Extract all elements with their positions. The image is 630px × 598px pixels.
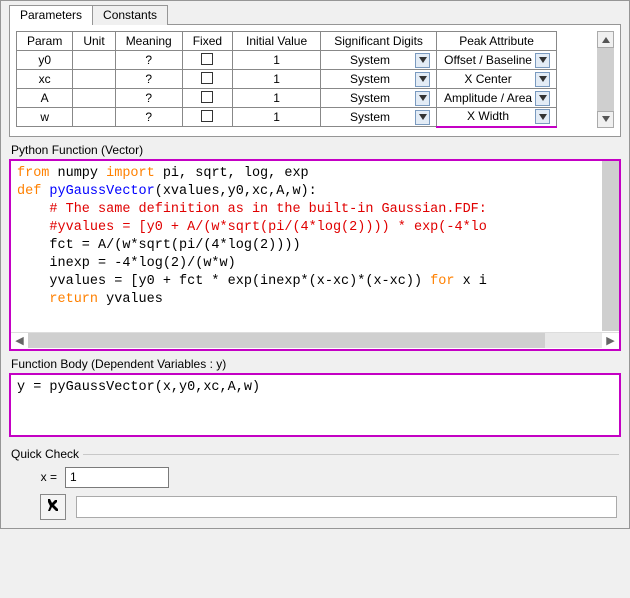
- sig-cell[interactable]: System: [321, 89, 437, 108]
- grid-header-param[interactable]: Param: [17, 32, 73, 51]
- initial-cell[interactable]: 1: [233, 89, 321, 108]
- function-body-label: Function Body (Dependent Variables : y): [9, 357, 621, 371]
- chevron-down-icon[interactable]: [535, 109, 550, 124]
- fixed-checkbox[interactable]: [201, 72, 213, 84]
- unit-cell[interactable]: [73, 108, 115, 127]
- chevron-down-icon[interactable]: [415, 53, 430, 68]
- chevron-down-icon[interactable]: [535, 53, 550, 68]
- chevron-down-icon[interactable]: [415, 72, 430, 87]
- initial-cell[interactable]: 1: [233, 70, 321, 89]
- peak-cell[interactable]: Amplitude / Area: [437, 89, 557, 108]
- python-code[interactable]: from numpy import pi, sqrt, log, exp def…: [17, 165, 613, 309]
- function-body-editor[interactable]: y = pyGaussVector(x,y0,xc,A,w): [9, 373, 621, 437]
- table-row: xc? 1SystemX Center: [17, 70, 557, 89]
- python-vertical-scrollbar[interactable]: [602, 161, 619, 331]
- chevron-down-icon[interactable]: [415, 110, 430, 125]
- chevron-down-icon[interactable]: [535, 91, 550, 106]
- peak-cell[interactable]: X Width: [437, 108, 557, 127]
- parameter-editor-window: Parameters Constants Param Unit Meaning …: [0, 0, 630, 529]
- run-icon: [45, 497, 61, 517]
- quick-check-title: Quick Check: [9, 447, 621, 461]
- unit-cell[interactable]: [73, 70, 115, 89]
- grid-header-peak[interactable]: Peak Attribute: [437, 32, 557, 51]
- tabs-row: Parameters Constants: [9, 4, 621, 24]
- unit-cell[interactable]: [73, 51, 115, 70]
- grid-header-initial[interactable]: Initial Value: [233, 32, 321, 51]
- fixed-checkbox[interactable]: [201, 91, 213, 103]
- param-cell[interactable]: xc: [17, 70, 73, 89]
- meaning-cell[interactable]: ?: [115, 89, 182, 108]
- scroll-left-icon[interactable]: ◀: [11, 333, 28, 348]
- chevron-down-icon[interactable]: [535, 72, 550, 87]
- function-body-code[interactable]: y = pyGaussVector(x,y0,xc,A,w): [17, 379, 613, 397]
- tab-parameters[interactable]: Parameters: [9, 5, 93, 25]
- quick-check-x-label: x =: [9, 470, 65, 484]
- meaning-cell[interactable]: ?: [115, 108, 182, 127]
- fixed-cell[interactable]: [182, 89, 232, 108]
- unit-cell[interactable]: [73, 89, 115, 108]
- sig-cell[interactable]: System: [321, 51, 437, 70]
- fixed-cell[interactable]: [182, 108, 232, 127]
- fixed-cell[interactable]: [182, 70, 232, 89]
- sig-cell[interactable]: System: [321, 70, 437, 89]
- parameter-grid: Param Unit Meaning Fixed Initial Value S…: [16, 31, 557, 128]
- grid-header-unit[interactable]: Unit: [73, 32, 115, 51]
- param-cell[interactable]: A: [17, 89, 73, 108]
- sig-cell[interactable]: System: [321, 108, 437, 127]
- tab-content: Param Unit Meaning Fixed Initial Value S…: [9, 24, 621, 137]
- table-row: w? 1SystemX Width: [17, 108, 557, 127]
- initial-cell[interactable]: 1: [233, 51, 321, 70]
- peak-cell[interactable]: Offset / Baseline: [437, 51, 557, 70]
- chevron-down-icon[interactable]: [415, 91, 430, 106]
- grid-vertical-scrollbar[interactable]: [597, 31, 614, 128]
- grid-header-meaning[interactable]: Meaning: [115, 32, 182, 51]
- param-cell[interactable]: y0: [17, 51, 73, 70]
- fixed-checkbox[interactable]: [201, 53, 213, 65]
- scroll-right-icon[interactable]: ▶: [602, 333, 619, 348]
- grid-header-sig[interactable]: Significant Digits: [321, 32, 437, 51]
- quick-check-section: Quick Check x =: [9, 447, 621, 520]
- quick-check-output: [76, 496, 617, 518]
- python-function-editor[interactable]: from numpy import pi, sqrt, log, exp def…: [9, 159, 621, 351]
- meaning-cell[interactable]: ?: [115, 70, 182, 89]
- tab-constants[interactable]: Constants: [92, 5, 168, 25]
- quick-check-run-button[interactable]: [40, 494, 66, 520]
- initial-cell[interactable]: 1: [233, 108, 321, 127]
- grid-header-fixed[interactable]: Fixed: [182, 32, 232, 51]
- fixed-cell[interactable]: [182, 51, 232, 70]
- peak-cell[interactable]: X Center: [437, 70, 557, 89]
- table-row: y0? 1SystemOffset / Baseline: [17, 51, 557, 70]
- quick-check-x-input[interactable]: [65, 467, 169, 488]
- table-row: A? 1SystemAmplitude / Area: [17, 89, 557, 108]
- python-horizontal-scrollbar[interactable]: ◀ ▶: [11, 332, 619, 349]
- fixed-checkbox[interactable]: [201, 110, 213, 122]
- python-function-label: Python Function (Vector): [9, 143, 621, 157]
- param-cell[interactable]: w: [17, 108, 73, 127]
- meaning-cell[interactable]: ?: [115, 51, 182, 70]
